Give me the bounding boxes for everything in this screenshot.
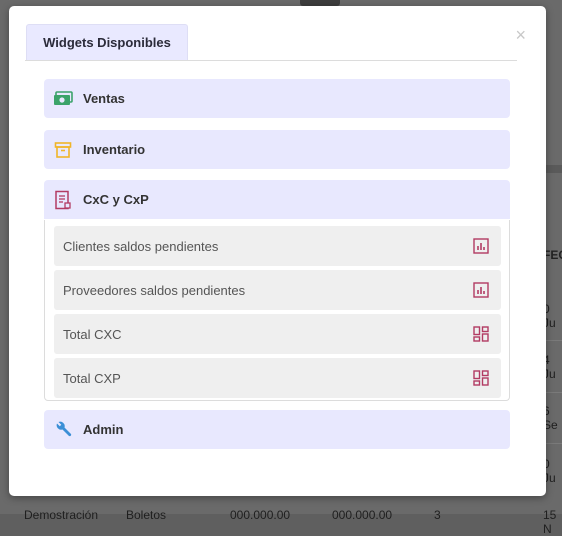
widget-label: Proveedores saldos pendientes xyxy=(63,282,246,298)
background-cell: 000.000.00 xyxy=(332,508,393,522)
widget-label: Total CXC xyxy=(63,326,122,342)
background-strip xyxy=(545,165,562,173)
dashboard-icon[interactable] xyxy=(472,369,490,387)
list-item[interactable]: Total CXC xyxy=(54,314,501,354)
cxc-widget-list: Clientes saldos pendientes Proveedores s… xyxy=(44,220,510,401)
list-item[interactable]: Total CXP xyxy=(54,358,501,398)
background-cell: Boletos xyxy=(126,508,167,522)
background-cell: 000.000.00 xyxy=(230,508,291,522)
group-admin[interactable]: Admin xyxy=(44,410,510,449)
receipt-icon xyxy=(53,190,73,210)
list-item[interactable]: Clientes saldos pendientes xyxy=(54,226,501,266)
modal-tabs: Widgets Disponibles xyxy=(25,24,517,61)
widget-label: Total CXP xyxy=(63,370,121,386)
group-ventas[interactable]: Ventas xyxy=(44,79,510,118)
widget-label: Clientes saldos pendientes xyxy=(63,238,219,254)
dashboard-icon[interactable] xyxy=(472,325,490,343)
group-label: Admin xyxy=(83,422,124,437)
list-item[interactable]: Proveedores saldos pendientes xyxy=(54,270,501,310)
group-label: Inventario xyxy=(83,142,146,157)
tab-widgets-disponibles[interactable]: Widgets Disponibles xyxy=(26,24,188,60)
group-inventario[interactable]: Inventario xyxy=(44,130,510,169)
background-table-row: Demostración Boletos 000.000.00 000.000.… xyxy=(0,500,562,536)
group-cxc-cxp[interactable]: CxC y CxP xyxy=(44,180,510,219)
group-label: Ventas xyxy=(83,91,125,106)
money-icon xyxy=(53,89,73,109)
widgets-modal: × Widgets Disponibles Ventas Inventario xyxy=(9,6,546,496)
background-row-divider xyxy=(545,340,562,341)
close-button[interactable]: × xyxy=(515,26,526,44)
background-row-divider xyxy=(545,392,562,393)
background-cell: Demostración xyxy=(24,508,99,522)
background-cell: 3 xyxy=(434,508,441,522)
background-row-divider xyxy=(545,443,562,444)
bar-chart-icon[interactable] xyxy=(472,281,490,299)
archive-box-icon xyxy=(53,140,73,160)
background-cell: 15 N xyxy=(543,508,557,536)
group-label: CxC y CxP xyxy=(83,192,149,207)
bar-chart-icon[interactable] xyxy=(472,237,490,255)
wrench-icon xyxy=(53,420,73,440)
